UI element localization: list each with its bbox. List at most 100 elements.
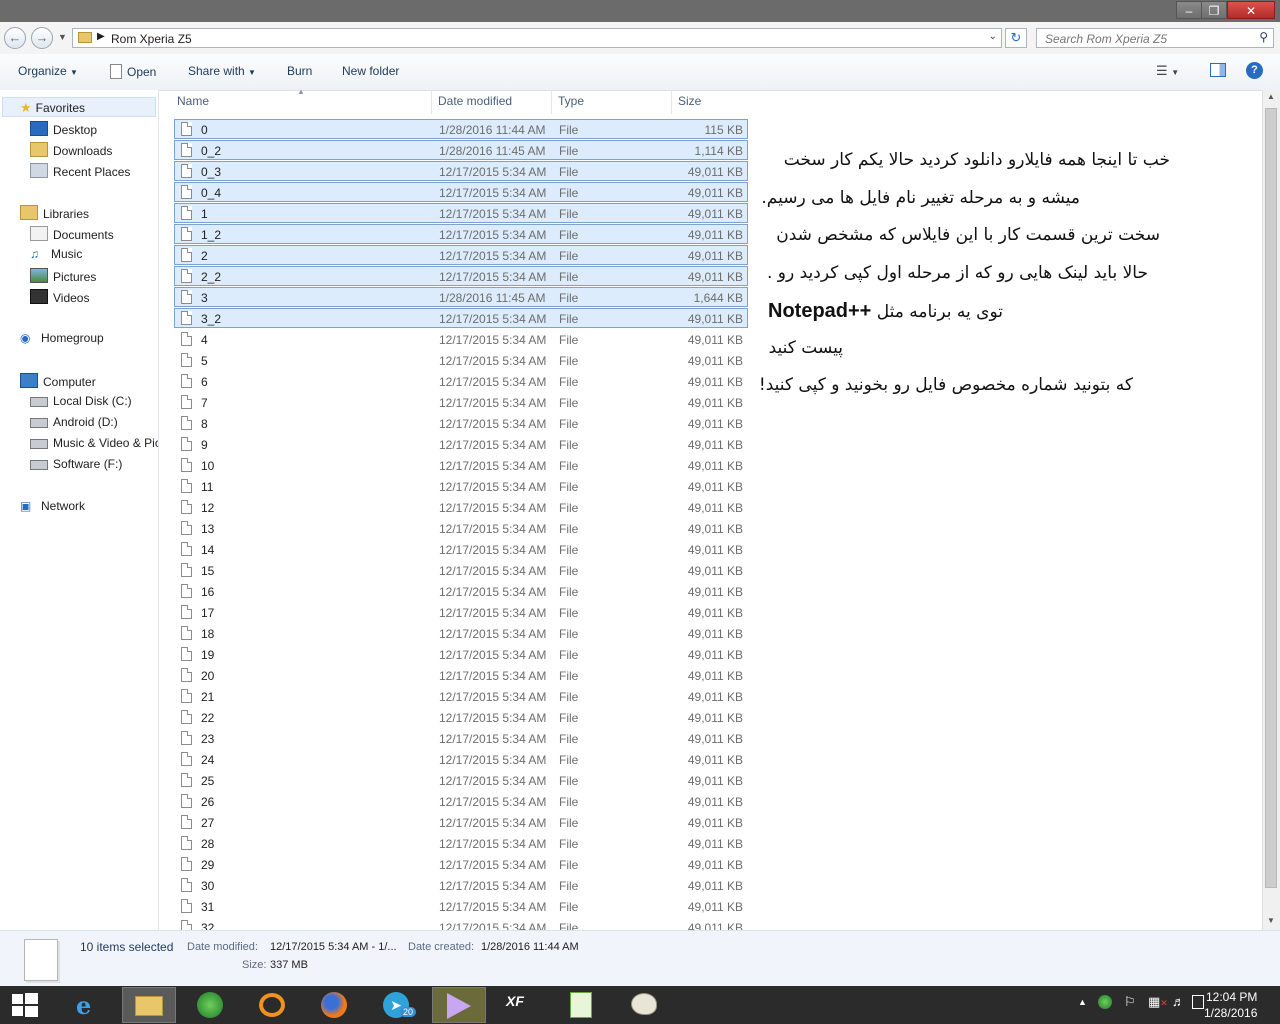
- file-row[interactable]: 9 12/17/2015 5:34 AM File 49,011 KB: [174, 434, 748, 454]
- file-row[interactable]: 29 12/17/2015 5:34 AM File 49,011 KB: [174, 854, 748, 874]
- column-separator[interactable]: [551, 90, 552, 114]
- address-dropdown-icon[interactable]: ⌄: [989, 31, 997, 42]
- nav-downloads[interactable]: Downloads: [30, 142, 112, 160]
- file-row[interactable]: 11 12/17/2015 5:34 AM File 49,011 KB: [174, 476, 748, 496]
- minimize-button[interactable]: –: [1176, 1, 1202, 19]
- file-row[interactable]: 2 12/17/2015 5:34 AM File 49,011 KB: [174, 245, 748, 265]
- scroll-down-arrow-icon[interactable]: ▼: [1267, 916, 1275, 925]
- file-row[interactable]: 7 12/17/2015 5:34 AM File 49,011 KB: [174, 392, 748, 412]
- nav-homegroup[interactable]: ◉ Homegroup: [20, 331, 104, 349]
- open-button[interactable]: Open: [110, 64, 156, 79]
- file-row[interactable]: 1_2 12/17/2015 5:34 AM File 49,011 KB: [174, 224, 748, 244]
- nav-computer[interactable]: Computer: [20, 373, 96, 391]
- view-options-icon[interactable]: ☰ ▼: [1156, 63, 1179, 79]
- file-row[interactable]: 0_4 12/17/2015 5:34 AM File 49,011 KB: [174, 182, 748, 202]
- file-row[interactable]: 6 12/17/2015 5:34 AM File 49,011 KB: [174, 371, 748, 391]
- column-separator[interactable]: [431, 90, 432, 114]
- nav-software-drive[interactable]: Software (F:): [30, 457, 122, 475]
- search-icon[interactable]: ⚲: [1259, 30, 1268, 44]
- nav-videos[interactable]: Videos: [30, 289, 89, 307]
- taskbar-ring-app[interactable]: [246, 987, 300, 1023]
- file-row[interactable]: 19 12/17/2015 5:34 AM File 49,011 KB: [174, 644, 748, 664]
- file-row[interactable]: 8 12/17/2015 5:34 AM File 49,011 KB: [174, 413, 748, 433]
- taskbar-xf-app[interactable]: XF: [494, 987, 548, 1023]
- column-header-size[interactable]: Size: [678, 94, 701, 108]
- nav-desktop[interactable]: Desktop: [30, 121, 97, 139]
- column-header-name[interactable]: Name: [177, 94, 209, 108]
- forward-button[interactable]: →: [31, 27, 53, 49]
- file-row[interactable]: 3 1/28/2016 11:45 AM File 1,644 KB: [174, 287, 748, 307]
- file-row[interactable]: 0 1/28/2016 11:44 AM File 115 KB: [174, 119, 748, 139]
- file-row[interactable]: 21 12/17/2015 5:34 AM File 49,011 KB: [174, 686, 748, 706]
- file-row[interactable]: 2_2 12/17/2015 5:34 AM File 49,011 KB: [174, 266, 748, 286]
- back-button[interactable]: ←: [4, 27, 26, 49]
- file-row[interactable]: 13 12/17/2015 5:34 AM File 49,011 KB: [174, 518, 748, 538]
- nav-android-drive[interactable]: Android (D:): [30, 415, 118, 433]
- preview-pane-icon[interactable]: [1210, 63, 1226, 77]
- file-row[interactable]: 1 12/17/2015 5:34 AM File 49,011 KB: [174, 203, 748, 223]
- file-row[interactable]: 3_2 12/17/2015 5:34 AM File 49,011 KB: [174, 308, 748, 328]
- file-row[interactable]: 14 12/17/2015 5:34 AM File 49,011 KB: [174, 539, 748, 559]
- volume-icon[interactable]: ♬: [1172, 994, 1185, 1009]
- restore-button[interactable]: ❐: [1201, 1, 1227, 19]
- file-row[interactable]: 12 12/17/2015 5:34 AM File 49,011 KB: [174, 497, 748, 517]
- file-row[interactable]: 5 12/17/2015 5:34 AM File 49,011 KB: [174, 350, 748, 370]
- organize-button[interactable]: Organize ▼: [18, 64, 78, 78]
- column-separator[interactable]: [671, 90, 672, 114]
- clock-time[interactable]: 12:04 PM: [1206, 990, 1257, 1004]
- vertical-scrollbar[interactable]: ▲ ▼: [1262, 90, 1280, 930]
- file-row[interactable]: 0_3 12/17/2015 5:34 AM File 49,011 KB: [174, 161, 748, 181]
- share-with-button[interactable]: Share with ▼: [188, 64, 256, 78]
- nav-local-disk[interactable]: Local Disk (C:): [30, 394, 132, 412]
- nav-network[interactable]: ▣ Network: [20, 499, 85, 517]
- scroll-up-arrow-icon[interactable]: ▲: [1267, 92, 1275, 101]
- file-row[interactable]: 28 12/17/2015 5:34 AM File 49,011 KB: [174, 833, 748, 853]
- address-field[interactable]: ▶ Rom Xperia Z5 ⌄: [72, 28, 1002, 48]
- nav-music-video-drive[interactable]: Music & Video & Pic: [30, 436, 158, 454]
- taskbar-internet-explorer[interactable]: e: [62, 987, 116, 1023]
- taskbar-file-explorer[interactable]: [122, 987, 176, 1023]
- close-button[interactable]: ✕: [1227, 1, 1275, 19]
- file-row[interactable]: 0_2 1/28/2016 11:45 AM File 1,114 KB: [174, 140, 748, 160]
- search-input[interactable]: [1043, 31, 1247, 47]
- file-row[interactable]: 15 12/17/2015 5:34 AM File 49,011 KB: [174, 560, 748, 580]
- nav-pictures[interactable]: Pictures: [30, 268, 96, 286]
- nav-music[interactable]: ♫ Music: [30, 247, 82, 265]
- taskbar-firefox[interactable]: [308, 987, 362, 1023]
- file-row[interactable]: 20 12/17/2015 5:34 AM File 49,011 KB: [174, 665, 748, 685]
- new-folder-button[interactable]: New folder: [342, 64, 399, 78]
- nav-recent-places[interactable]: Recent Places: [30, 163, 130, 181]
- file-row[interactable]: 26 12/17/2015 5:34 AM File 49,011 KB: [174, 791, 748, 811]
- recent-locations-dropdown[interactable]: ▼: [58, 32, 67, 42]
- taskbar-notepad-plus-plus[interactable]: [556, 987, 610, 1023]
- nav-favorites[interactable]: ★ Favorites: [20, 100, 85, 118]
- file-row[interactable]: 32 12/17/2015 5:34 AM File 49,011 KB: [174, 917, 748, 930]
- breadcrumb-chevron-icon[interactable]: ▶: [97, 31, 105, 42]
- file-row[interactable]: 30 12/17/2015 5:34 AM File 49,011 KB: [174, 875, 748, 895]
- taskbar-download-manager[interactable]: [184, 987, 238, 1023]
- breadcrumb-current[interactable]: Rom Xperia Z5: [111, 32, 192, 46]
- file-row[interactable]: 22 12/17/2015 5:34 AM File 49,011 KB: [174, 707, 748, 727]
- action-center-icon[interactable]: ⚐: [1124, 994, 1136, 1010]
- column-header-date[interactable]: Date modified: [438, 94, 512, 108]
- show-hidden-icons-icon[interactable]: ▲: [1078, 997, 1087, 1007]
- file-row[interactable]: 24 12/17/2015 5:34 AM File 49,011 KB: [174, 749, 748, 769]
- file-row[interactable]: 16 12/17/2015 5:34 AM File 49,011 KB: [174, 581, 748, 601]
- taskbar-telegram[interactable]: ➤ 20: [370, 987, 424, 1023]
- taskbar-media-player[interactable]: [432, 987, 486, 1023]
- nav-libraries[interactable]: Libraries: [20, 205, 89, 223]
- burn-button[interactable]: Burn: [287, 64, 312, 78]
- clock-date[interactable]: 1/28/2016: [1204, 1006, 1257, 1020]
- scrollbar-thumb[interactable]: [1265, 108, 1277, 888]
- taskbar-paint[interactable]: [618, 987, 672, 1023]
- network-status-icon[interactable]: ▦✕: [1148, 994, 1168, 1010]
- file-row[interactable]: 27 12/17/2015 5:34 AM File 49,011 KB: [174, 812, 748, 832]
- file-row[interactable]: 4 12/17/2015 5:34 AM File 49,011 KB: [174, 329, 748, 349]
- file-row[interactable]: 25 12/17/2015 5:34 AM File 49,011 KB: [174, 770, 748, 790]
- refresh-button[interactable]: ↻: [1005, 28, 1027, 48]
- tray-globe-icon[interactable]: [1098, 995, 1112, 1009]
- search-box[interactable]: ⚲: [1036, 28, 1274, 48]
- column-header-type[interactable]: Type: [558, 94, 584, 108]
- file-row[interactable]: 23 12/17/2015 5:34 AM File 49,011 KB: [174, 728, 748, 748]
- language-indicator-icon[interactable]: [1192, 995, 1204, 1009]
